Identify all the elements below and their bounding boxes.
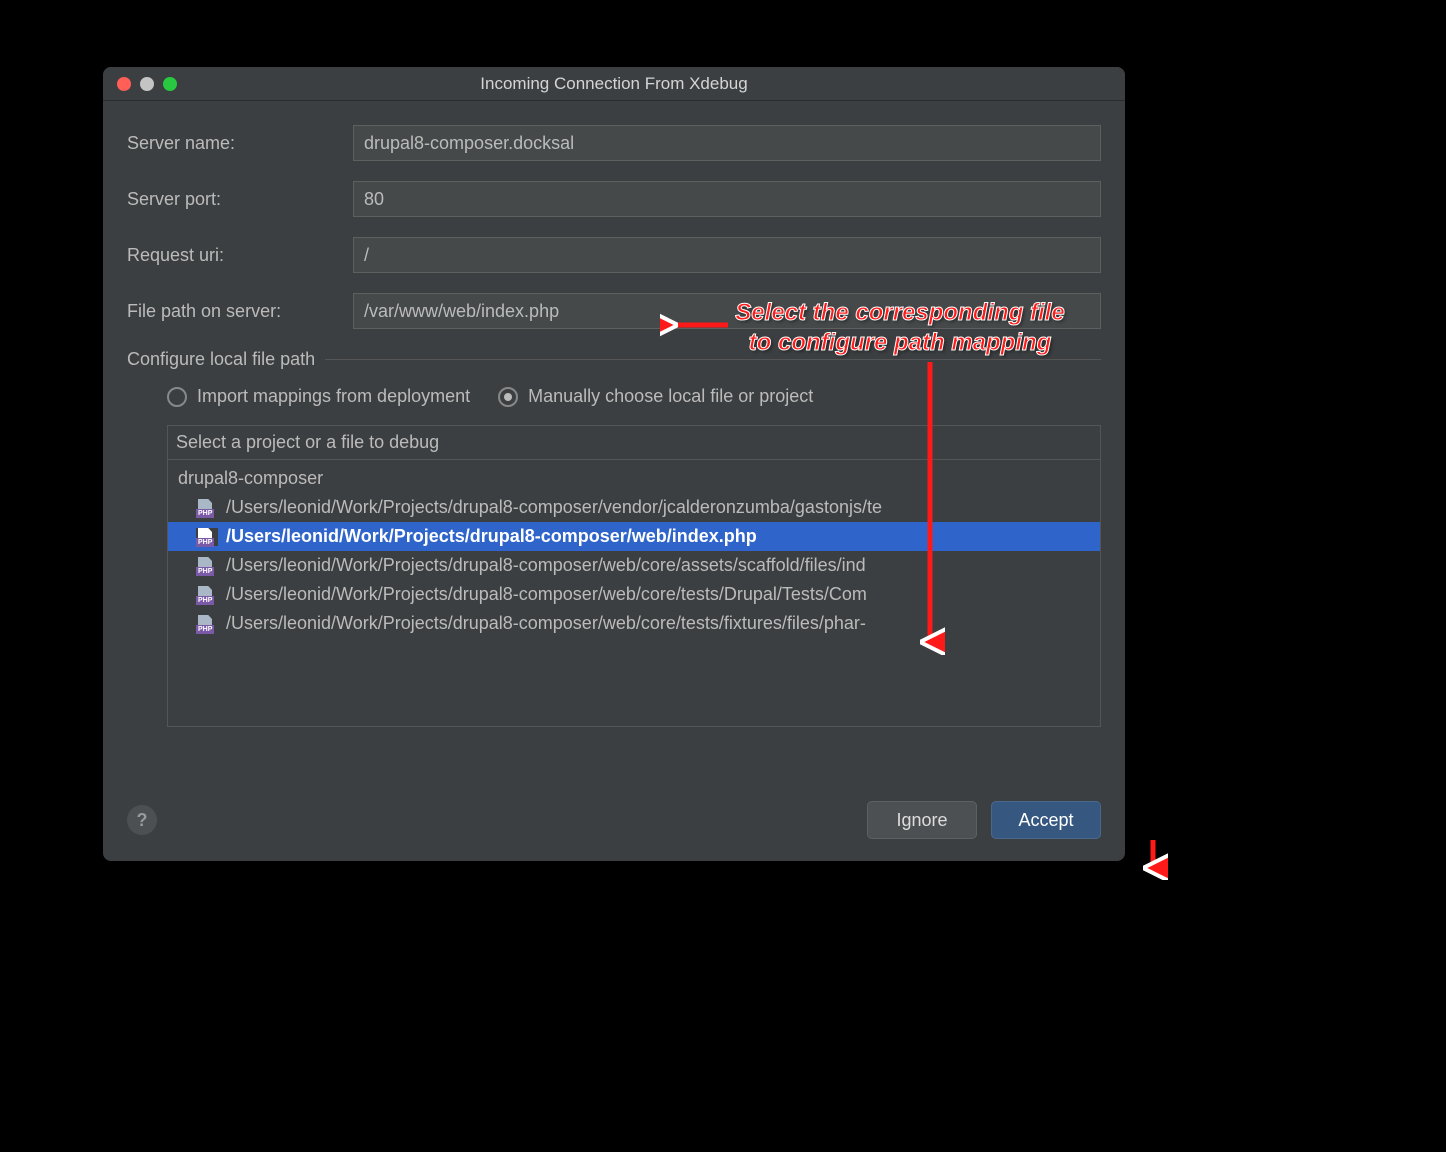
dialog-content: Server name: Server port: Request uri: F…	[103, 101, 1125, 783]
server-port-row: Server port:	[127, 181, 1101, 217]
close-icon[interactable]	[117, 77, 131, 91]
dialog-footer: ? Ignore Accept	[103, 783, 1125, 861]
request-uri-input[interactable]	[353, 237, 1101, 273]
tree-item[interactable]: /Users/leonid/Work/Projects/drupal8-comp…	[168, 609, 1100, 638]
manual-radio-label: Manually choose local file or project	[528, 386, 813, 407]
arrow-down-to-accept-icon	[1138, 838, 1168, 880]
ignore-button[interactable]: Ignore	[867, 801, 977, 839]
server-name-input[interactable]	[353, 125, 1101, 161]
php-file-icon	[196, 557, 218, 575]
tree-item-path: /Users/leonid/Work/Projects/drupal8-comp…	[226, 555, 866, 576]
tree-header: Select a project or a file to debug	[168, 426, 1100, 460]
traffic-lights	[103, 77, 177, 91]
radio-row: Import mappings from deployment Manually…	[127, 386, 1101, 407]
php-file-icon	[196, 528, 218, 546]
xdebug-dialog: Incoming Connection From Xdebug Server n…	[103, 67, 1125, 861]
tree-body: drupal8-composer /Users/leonid/Work/Proj…	[168, 460, 1100, 642]
server-port-label: Server port:	[127, 189, 353, 210]
server-name-row: Server name:	[127, 125, 1101, 161]
file-path-row: File path on server:	[127, 293, 1101, 329]
accept-button[interactable]: Accept	[991, 801, 1101, 839]
file-path-label: File path on server:	[127, 301, 353, 322]
request-uri-label: Request uri:	[127, 245, 353, 266]
help-button[interactable]: ?	[127, 805, 157, 835]
tree-item[interactable]: /Users/leonid/Work/Projects/drupal8-comp…	[168, 493, 1100, 522]
tree-item-path: /Users/leonid/Work/Projects/drupal8-comp…	[226, 613, 866, 634]
titlebar: Incoming Connection From Xdebug	[103, 67, 1125, 101]
server-name-label: Server name:	[127, 133, 353, 154]
file-path-input[interactable]	[353, 293, 1101, 329]
tree-item[interactable]: /Users/leonid/Work/Projects/drupal8-comp…	[168, 580, 1100, 609]
file-tree: Select a project or a file to debug drup…	[167, 425, 1101, 727]
request-uri-row: Request uri:	[127, 237, 1101, 273]
tree-item-path: /Users/leonid/Work/Projects/drupal8-comp…	[226, 584, 867, 605]
tree-item-path: /Users/leonid/Work/Projects/drupal8-comp…	[226, 497, 882, 518]
configure-section-title: Configure local file path	[127, 349, 1101, 370]
php-file-icon	[196, 586, 218, 604]
maximize-icon[interactable]	[163, 77, 177, 91]
import-radio[interactable]	[167, 387, 187, 407]
tree-root[interactable]: drupal8-composer	[168, 464, 1100, 493]
php-file-icon	[196, 499, 218, 517]
import-radio-group[interactable]: Import mappings from deployment	[167, 386, 470, 407]
tree-item[interactable]: /Users/leonid/Work/Projects/drupal8-comp…	[168, 522, 1100, 551]
php-file-icon	[196, 615, 218, 633]
server-port-input[interactable]	[353, 181, 1101, 217]
import-radio-label: Import mappings from deployment	[197, 386, 470, 407]
manual-radio[interactable]	[498, 387, 518, 407]
tree-item[interactable]: /Users/leonid/Work/Projects/drupal8-comp…	[168, 551, 1100, 580]
manual-radio-group[interactable]: Manually choose local file or project	[498, 386, 813, 407]
minimize-icon[interactable]	[140, 77, 154, 91]
tree-item-path: /Users/leonid/Work/Projects/drupal8-comp…	[226, 526, 757, 547]
dialog-title: Incoming Connection From Xdebug	[103, 74, 1125, 94]
